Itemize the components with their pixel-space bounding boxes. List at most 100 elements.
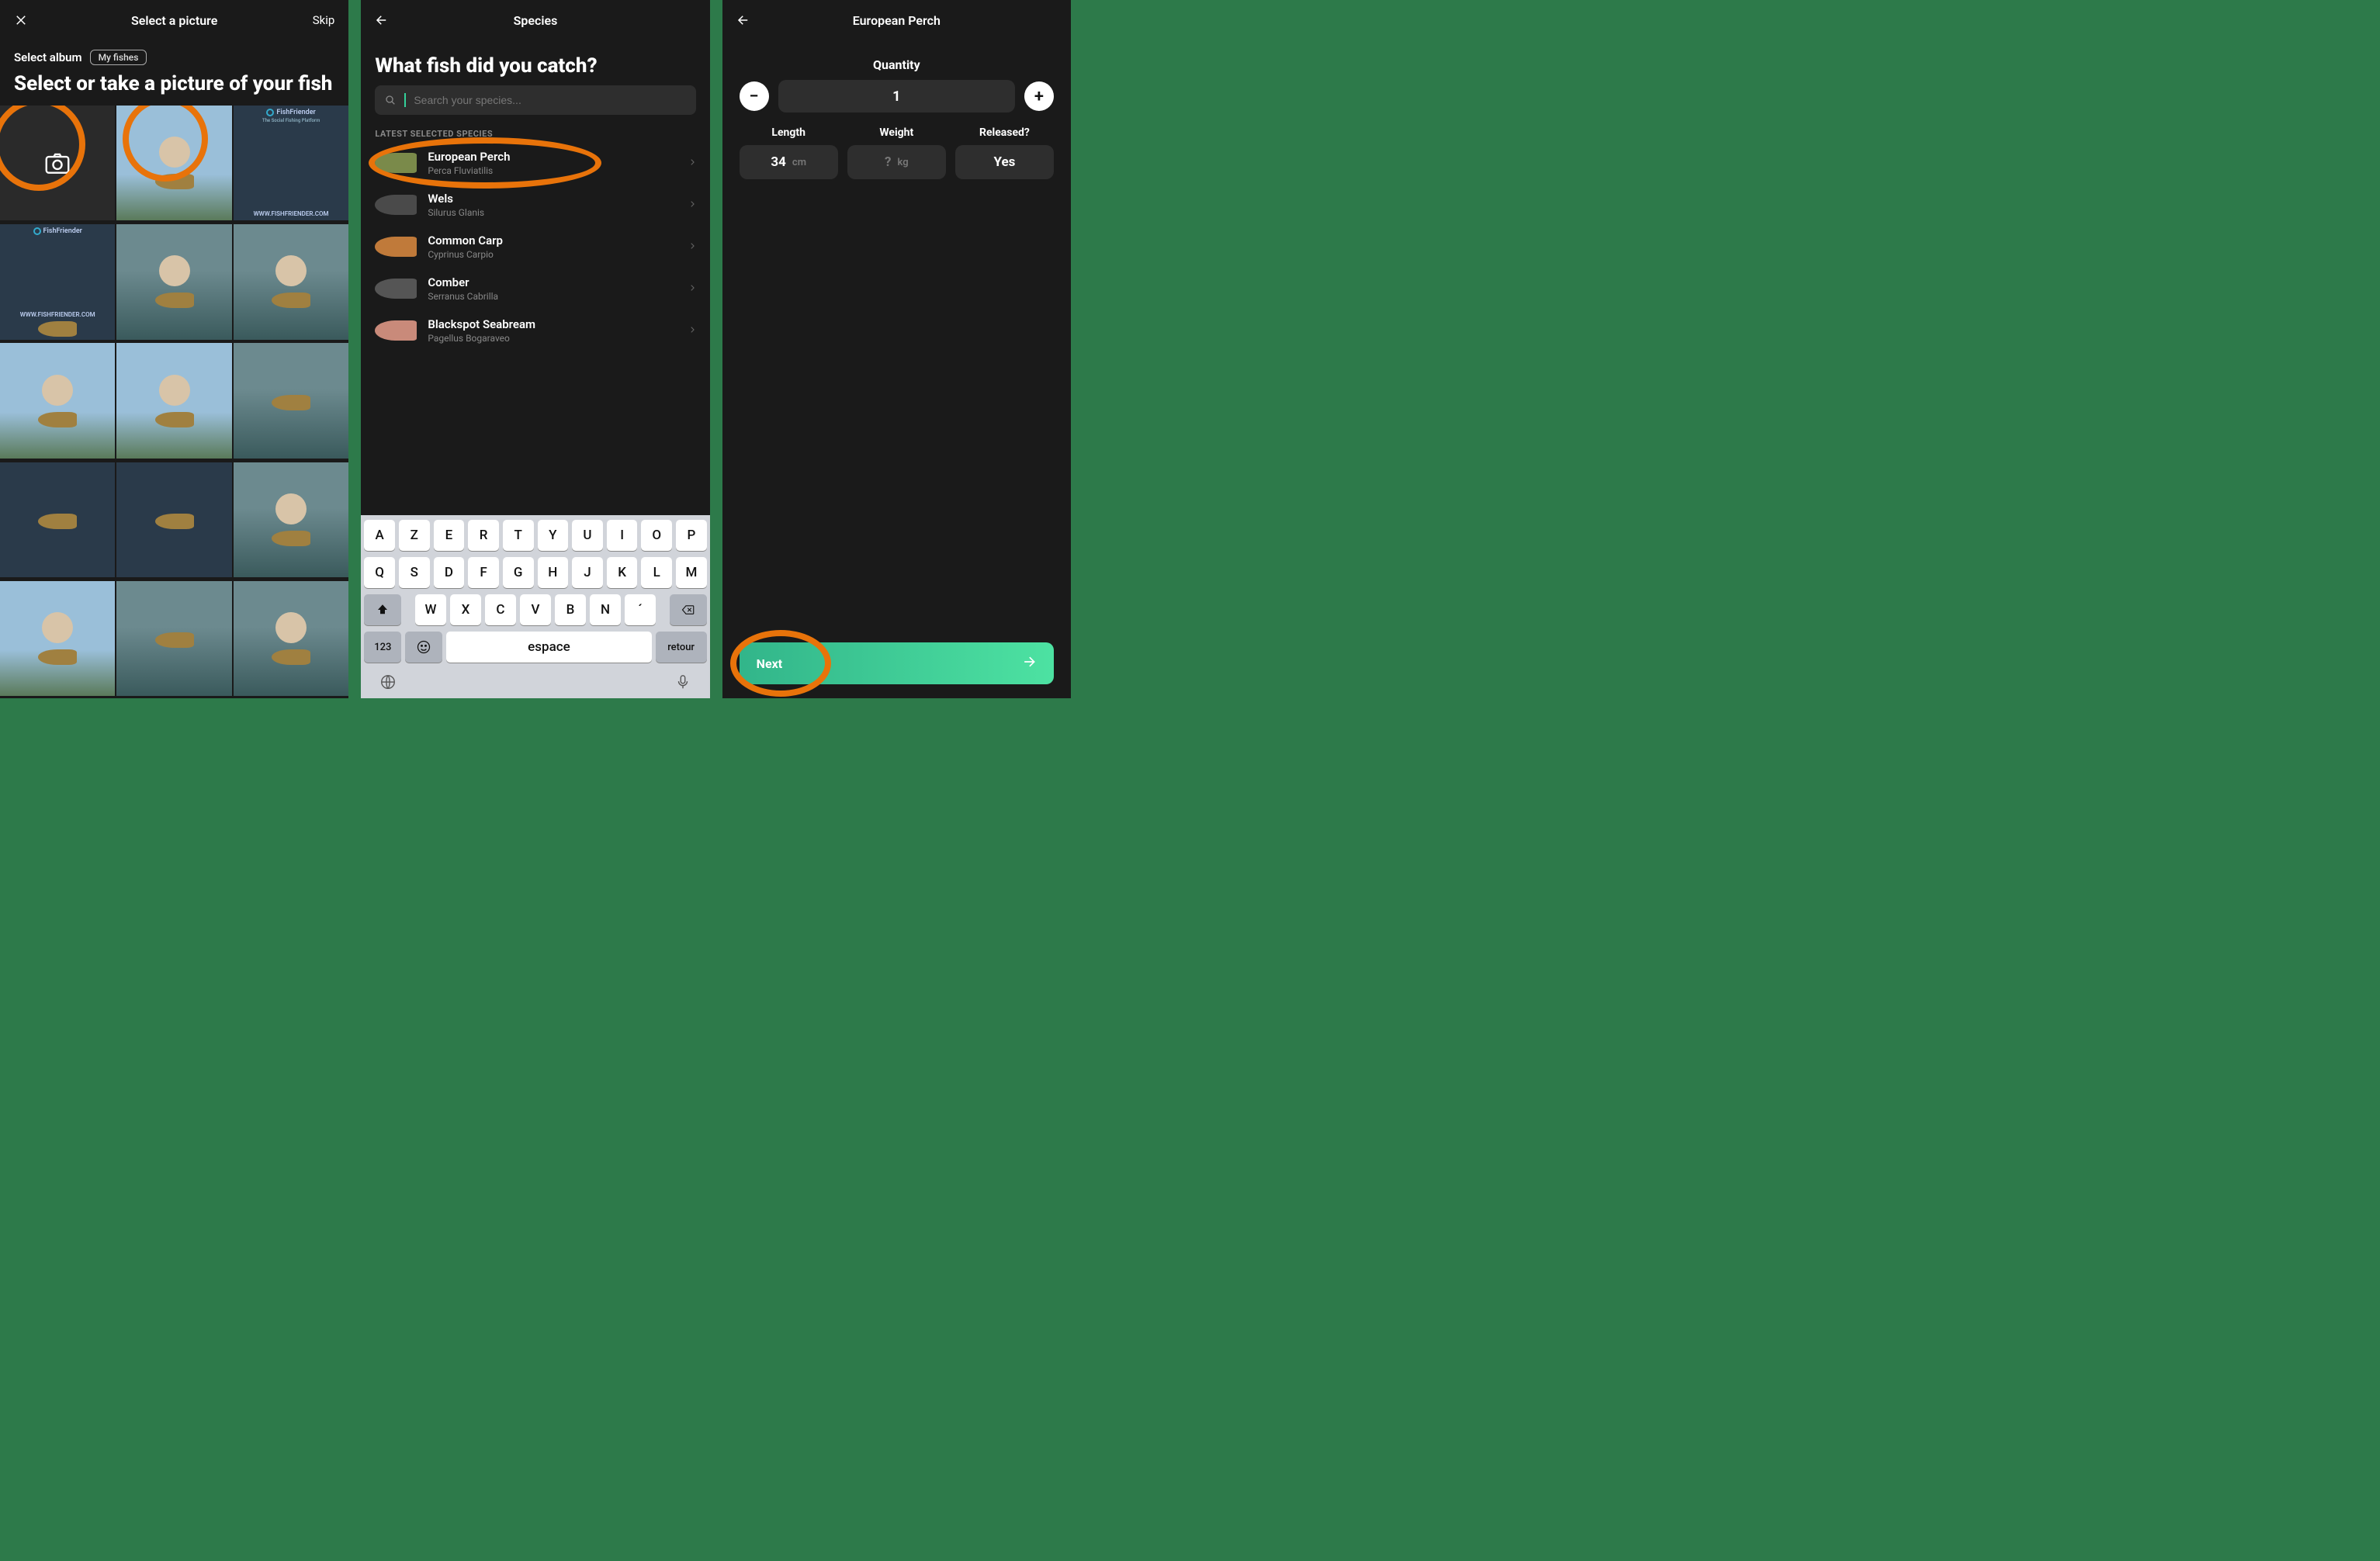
species-item[interactable]: Blackspot Seabream Pagellus Bogaraveo: [361, 310, 709, 351]
key-l[interactable]: L: [641, 557, 672, 588]
photo-thumb[interactable]: [116, 224, 231, 339]
close-icon[interactable]: [14, 13, 28, 27]
next-label: Next: [757, 656, 782, 671]
decrement-button[interactable]: −: [740, 81, 769, 111]
photo-thumb[interactable]: [116, 581, 231, 696]
key-k[interactable]: K: [607, 557, 638, 588]
search-input[interactable]: [375, 85, 695, 115]
photo-thumb[interactable]: FishFriender The Social Fishing Platform…: [234, 106, 348, 220]
weight-field[interactable]: ? kg: [847, 145, 946, 179]
screen-species: Species What fish did you catch? LATEST …: [361, 0, 709, 698]
fish-icon: [375, 195, 417, 215]
header: Species: [361, 0, 709, 40]
header: European Perch: [722, 0, 1071, 40]
key-´[interactable]: ´: [625, 594, 656, 625]
page-heading: Select or take a picture of your fish: [0, 70, 348, 106]
photo-thumb[interactable]: [0, 462, 115, 577]
photo-thumb[interactable]: [234, 224, 348, 339]
key-i[interactable]: I: [607, 520, 638, 551]
key-e[interactable]: E: [434, 520, 465, 551]
species-item[interactable]: European Perch Perca Fluviatilis: [361, 142, 709, 184]
key-z[interactable]: Z: [399, 520, 430, 551]
header-title: European Perch: [853, 13, 941, 28]
album-chip[interactable]: My fishes: [90, 50, 147, 65]
key-p[interactable]: P: [676, 520, 707, 551]
emoji-key[interactable]: [405, 632, 442, 663]
species-name: Comber: [428, 275, 677, 289]
photo-thumb[interactable]: [116, 462, 231, 577]
next-wrap: Next: [740, 642, 1054, 684]
fish-icon: [375, 237, 417, 257]
released-field[interactable]: Yes: [955, 145, 1054, 179]
key-s[interactable]: S: [399, 557, 430, 588]
ruler-tagline: The Social Fishing Platform: [262, 118, 320, 123]
species-name: Wels: [428, 192, 677, 206]
back-icon[interactable]: [736, 13, 750, 27]
key-m[interactable]: M: [676, 557, 707, 588]
photo-thumb[interactable]: [234, 343, 348, 458]
length-field[interactable]: 34 cm: [740, 145, 838, 179]
album-row: Select album My fishes: [0, 40, 348, 70]
length-unit: cm: [792, 157, 806, 168]
section-label: LATEST SELECTED SPECIES: [361, 123, 709, 142]
species-item[interactable]: Wels Silurus Glanis: [361, 184, 709, 226]
photo-thumb[interactable]: [116, 343, 231, 458]
photo-thumb[interactable]: [0, 581, 115, 696]
species-item[interactable]: Comber Serranus Cabrilla: [361, 268, 709, 310]
key-y[interactable]: Y: [538, 520, 569, 551]
search-icon: [384, 94, 397, 106]
released-value: Yes: [993, 154, 1015, 170]
mic-icon[interactable]: [674, 673, 691, 694]
key-n[interactable]: N: [590, 594, 621, 625]
species-latin: Pagellus Bogaraveo: [428, 333, 677, 344]
skip-button[interactable]: Skip: [313, 13, 335, 27]
species-name: European Perch: [428, 150, 677, 164]
screen-catch-details: European Perch Quantity − 1 + Length 34 …: [722, 0, 1071, 698]
screen-select-picture: Select a picture Skip Select album My fi…: [0, 0, 348, 698]
back-icon[interactable]: [375, 13, 389, 27]
key-v[interactable]: V: [520, 594, 551, 625]
photo-thumb[interactable]: [234, 462, 348, 577]
quantity-row: − 1 +: [722, 80, 1071, 126]
photo-thumb[interactable]: [0, 343, 115, 458]
globe-icon[interactable]: [379, 673, 397, 694]
photo-thumb[interactable]: [234, 581, 348, 696]
chevron-right-icon: [688, 156, 696, 171]
photo-thumb[interactable]: [116, 106, 231, 220]
shift-key[interactable]: [364, 594, 401, 625]
numeric-key[interactable]: 123: [364, 632, 401, 663]
species-latin: Serranus Cabrilla: [428, 291, 677, 302]
key-j[interactable]: J: [572, 557, 603, 588]
key-a[interactable]: A: [364, 520, 395, 551]
species-item[interactable]: Common Carp Cyprinus Carpio: [361, 226, 709, 268]
backspace-key[interactable]: [670, 594, 707, 625]
species-latin: Perca Fluviatilis: [428, 165, 677, 176]
next-button[interactable]: Next: [740, 642, 1054, 684]
key-r[interactable]: R: [468, 520, 499, 551]
key-b[interactable]: B: [555, 594, 586, 625]
quantity-label: Quantity: [722, 40, 1071, 80]
key-d[interactable]: D: [434, 557, 465, 588]
quantity-field[interactable]: 1: [778, 80, 1015, 112]
key-x[interactable]: X: [450, 594, 481, 625]
key-q[interactable]: Q: [364, 557, 395, 588]
camera-button[interactable]: [0, 106, 115, 220]
key-g[interactable]: G: [503, 557, 534, 588]
photo-grid: FishFriender The Social Fishing Platform…: [0, 106, 348, 698]
key-w[interactable]: W: [415, 594, 446, 625]
key-h[interactable]: H: [538, 557, 569, 588]
space-key[interactable]: espace: [446, 632, 651, 663]
increment-button[interactable]: +: [1024, 81, 1054, 111]
key-c[interactable]: C: [485, 594, 516, 625]
weight-value: ?: [885, 154, 891, 170]
key-o[interactable]: O: [641, 520, 672, 551]
key-f[interactable]: F: [468, 557, 499, 588]
search-field[interactable]: [414, 94, 686, 106]
header-title: Species: [514, 13, 558, 28]
key-t[interactable]: T: [503, 520, 534, 551]
photo-thumb[interactable]: FishFriender WWW.FISHFRIENDER.COM: [0, 224, 115, 339]
species-name: Blackspot Seabream: [428, 317, 677, 331]
return-key[interactable]: retour: [656, 632, 707, 663]
key-u[interactable]: U: [572, 520, 603, 551]
species-latin: Silurus Glanis: [428, 207, 677, 218]
